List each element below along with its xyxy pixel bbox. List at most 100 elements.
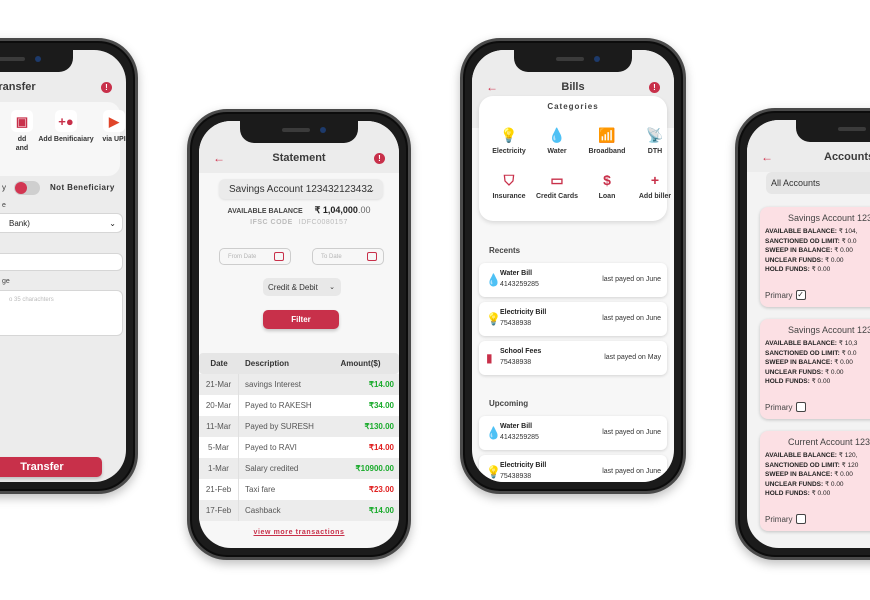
category-water[interactable]: 💧 Water xyxy=(533,126,581,156)
account-card[interactable]: Savings Account 1234 AVAILABLE BALANCE: ₹… xyxy=(760,207,870,307)
amount-input[interactable] xyxy=(0,253,123,271)
category-credit-cards[interactable]: ▭ Credit Cards xyxy=(533,171,581,201)
primary-checkbox[interactable] xyxy=(795,402,806,412)
water-drop-icon: 💧 xyxy=(486,426,501,440)
tx-amount: ₹34.00 xyxy=(368,401,394,410)
category-dth[interactable]: 📡 DTH xyxy=(631,126,674,156)
table-row[interactable]: 5-Mar Payed to RAVI ₹14.00 xyxy=(199,437,399,458)
account-name: Savings Account 1234 xyxy=(788,325,870,335)
category-add-biller[interactable]: + Add biller xyxy=(631,171,674,201)
primary-checkbox[interactable]: ✓ xyxy=(795,290,806,300)
page-title: Statement xyxy=(272,152,326,164)
bulb-icon: 💡 xyxy=(486,465,501,479)
table-row[interactable]: 21-Feb Taxi fare ₹23.00 xyxy=(199,479,399,500)
alert-icon[interactable]: ! xyxy=(101,81,112,93)
transfer-button[interactable]: Transfer xyxy=(0,457,102,477)
tx-date: 5-Mar xyxy=(199,437,239,458)
from-date-input[interactable]: From Date xyxy=(219,248,291,265)
message-textarea[interactable]: o 35 charachters xyxy=(0,290,123,336)
tx-description: Payed to RAVI xyxy=(245,443,297,452)
bill-item[interactable]: 💡 Electricity Bill 75438938 last payed on J… xyxy=(479,455,667,482)
table-row[interactable]: 1-Mar Salary credited ₹10900.00 xyxy=(199,458,399,479)
account-card[interactable]: Current Account 1234 AVAILABLE BALANCE: ₹… xyxy=(760,431,870,531)
category-insurance[interactable]: ⛉ Insurance xyxy=(485,171,533,201)
phone-accounts: ← Accounts All Accounts Savings Account … xyxy=(735,108,870,560)
account-details: AVAILABLE BALANCE: ₹ 10,3 SANCTIONED OD L… xyxy=(765,340,858,385)
transfer-actions-card: ▣ dd and +● Add Benificaiary ▶ via UPI xyxy=(0,102,126,176)
table-row[interactable]: 17-Feb Cashback ₹14.00 xyxy=(199,500,399,521)
phone-notch xyxy=(796,120,870,142)
primary-option: Primary xyxy=(765,402,806,412)
accounts-appbar: ← Accounts xyxy=(747,146,870,168)
account-details: AVAILABLE BALANCE: ₹ 120, SANCTIONED OD L… xyxy=(765,452,859,497)
chevron-down-icon: ⌄ xyxy=(329,284,335,291)
tx-date: 11-Mar xyxy=(199,416,239,437)
account-select[interactable]: Savings Account 123432123432 ⌄ xyxy=(219,179,383,199)
statement-screen: ← Statement ! Savings Account 1234321234… xyxy=(199,121,399,548)
bulb-icon: 💡 xyxy=(486,312,501,326)
transaction-type-select[interactable]: Credit & Debit ⌄ xyxy=(263,278,341,296)
router-icon: 📶 xyxy=(598,127,616,143)
statement-appbar: ← Statement ! xyxy=(199,147,399,169)
category-loan[interactable]: $ Loan xyxy=(583,171,631,201)
primary-checkbox[interactable] xyxy=(795,514,806,524)
tx-date: 17-Feb xyxy=(199,500,239,521)
back-arrow-icon[interactable]: ← xyxy=(213,151,225,165)
calendar-icon[interactable] xyxy=(274,252,284,261)
water-drop-icon: 💧 xyxy=(486,273,501,287)
account-card[interactable]: Savings Account 1234 AVAILABLE BALANCE: ₹… xyxy=(760,319,870,419)
category-electricity[interactable]: 💡 Electricity xyxy=(485,126,533,156)
categories-card: Categories 💡 Electricity 💧 Water 📶 Broadband 📡… xyxy=(479,96,671,221)
tx-date: 20-Mar xyxy=(199,395,239,416)
bank-select[interactable]: Bank) ⌄ xyxy=(0,213,123,233)
chevron-down-icon: ⌄ xyxy=(109,218,116,228)
bill-item[interactable]: ▮ School Fees 75438938 last payed on May xyxy=(479,341,667,375)
back-arrow-icon[interactable]: ← xyxy=(486,80,498,94)
calendar-icon[interactable] xyxy=(367,252,377,261)
bill-item[interactable]: 💧 Water Bill 4143259285 last payed on June xyxy=(479,263,667,297)
book-icon: ▮ xyxy=(486,351,493,365)
add-document-icon: + xyxy=(650,172,660,188)
accounts-filter-select[interactable]: All Accounts xyxy=(766,172,870,194)
account-details: AVAILABLE BALANCE: ₹ 104, SANCTIONED OD L… xyxy=(765,228,858,273)
beneficiary-toggle-row: y Not Beneficiary xyxy=(0,178,126,198)
tx-amount: ₹10900.00 xyxy=(355,464,394,473)
tx-date: 21-Mar xyxy=(199,374,239,395)
alert-icon[interactable]: ! xyxy=(374,152,385,164)
tx-description: Taxi fare xyxy=(245,485,276,494)
via-upi-button[interactable]: ▶ via UPI xyxy=(84,110,126,144)
page-title: Bills xyxy=(561,81,585,93)
tx-amount: ₹14.00 xyxy=(368,506,394,515)
account-name: Current Account 1234 xyxy=(788,437,870,447)
available-balance: AVAILABLE BALANCE ₹ 1,04,000.00 xyxy=(227,205,371,215)
table-header: Date Description Amount($) xyxy=(199,353,399,374)
credit-card-icon: ▭ xyxy=(550,172,564,188)
phone-notch xyxy=(514,50,632,72)
tx-amount: ₹130.00 xyxy=(364,422,394,431)
accounts-screen: ← Accounts All Accounts Savings Account … xyxy=(747,120,870,548)
filter-button[interactable]: Filter xyxy=(263,310,339,329)
phone-transfer: Transfer ! ▣ dd and +● Add Benificaiary … xyxy=(0,38,138,494)
chevron-down-icon: ⌄ xyxy=(368,184,375,194)
category-broadband[interactable]: 📶 Broadband xyxy=(583,126,631,156)
table-row[interactable]: 20-Mar Payed to RAKESH ₹34.00 xyxy=(199,395,399,416)
beneficiary-toggle[interactable] xyxy=(14,181,40,195)
phone-notch xyxy=(240,121,358,143)
bulb-icon: 💡 xyxy=(500,127,518,143)
bill-item[interactable]: 💧 Water Bill 4143259285 last payed on June xyxy=(479,416,667,450)
table-row[interactable]: 21-Mar savings Interest ₹14.00 xyxy=(199,374,399,395)
alert-icon[interactable]: ! xyxy=(649,81,660,93)
upi-icon: ▶ xyxy=(103,110,125,132)
bill-item[interactable]: 💡 Electricity Bill 75438938 last payed on J… xyxy=(479,302,667,336)
view-more-transactions-link[interactable]: view more transactions xyxy=(199,529,399,536)
to-date-input[interactable]: To Date xyxy=(312,248,384,265)
tx-amount: ₹14.00 xyxy=(368,380,394,389)
table-row[interactable]: 11-Mar Payed by SURESH ₹130.00 xyxy=(199,416,399,437)
page-title: Accounts xyxy=(824,151,870,163)
back-arrow-icon[interactable]: ← xyxy=(761,150,773,164)
tx-amount: ₹14.00 xyxy=(368,443,394,452)
primary-option: Primary xyxy=(765,514,806,524)
tx-description: Salary credited xyxy=(245,464,299,473)
wallet-icon: ▣ xyxy=(11,110,33,132)
transactions-table: Date Description Amount($) 21-Mar savings… xyxy=(199,353,399,521)
